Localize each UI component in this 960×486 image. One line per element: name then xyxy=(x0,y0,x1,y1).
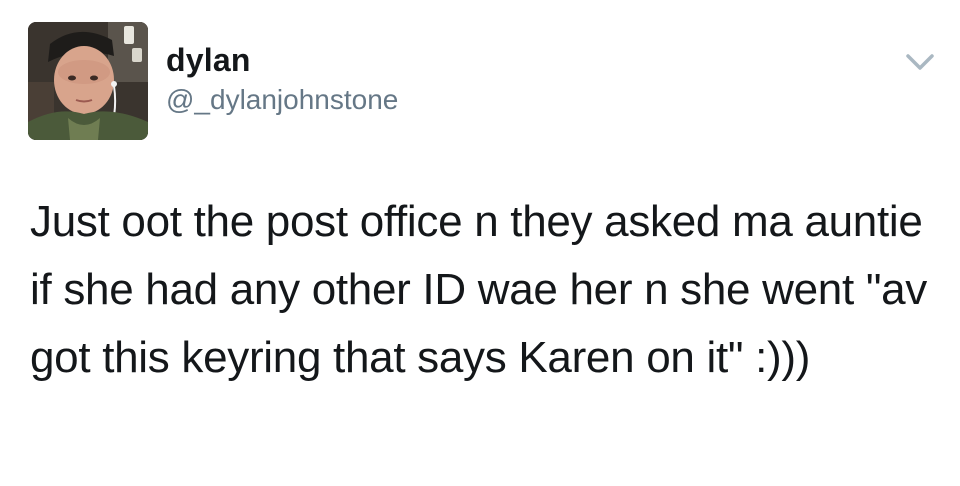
avatar-image xyxy=(28,22,148,140)
chevron-down-icon[interactable] xyxy=(900,44,940,80)
author-handle[interactable]: @_dylanjohnstone xyxy=(166,82,398,118)
avatar[interactable] xyxy=(28,22,148,140)
tweet-text: Just oot the post office n they asked ma… xyxy=(30,197,939,382)
tweet-card: dylan @_dylanjohnstone Just oot the post… xyxy=(0,0,960,486)
author-display-name[interactable]: dylan xyxy=(166,40,251,80)
